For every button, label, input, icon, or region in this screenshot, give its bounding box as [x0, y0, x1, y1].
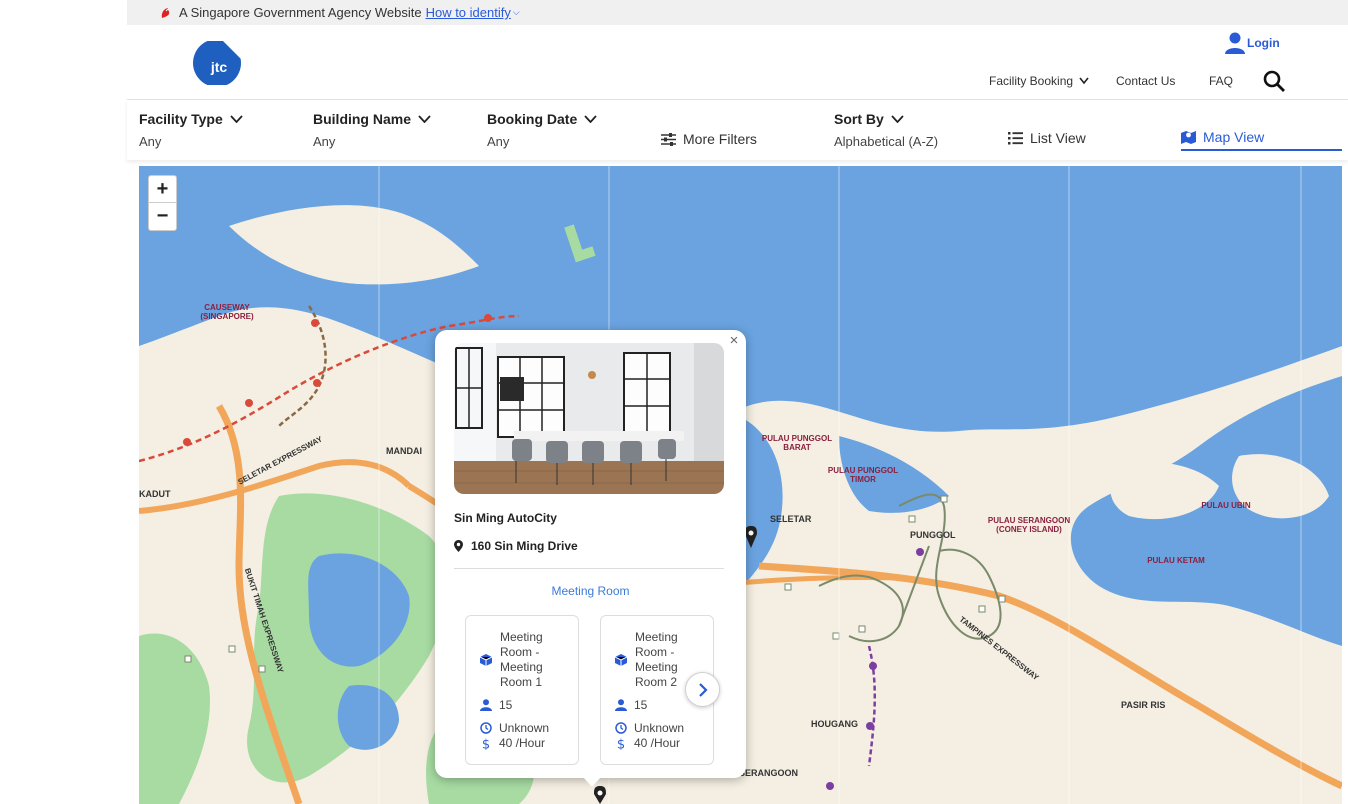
nav-facility-booking[interactable]: Facility Booking	[989, 74, 1090, 88]
dollar-icon: $	[617, 737, 625, 750]
room-price-value: 40 /Hour	[499, 736, 546, 750]
dollar-icon: $	[482, 737, 490, 750]
clock-icon	[615, 722, 627, 734]
facility-title: Sin Ming AutoCity	[454, 511, 557, 525]
map-label-punggol: PUNGGOL	[910, 530, 956, 540]
sliders-icon	[661, 132, 676, 146]
location-pin-icon	[454, 540, 463, 552]
cube-icon	[615, 654, 627, 666]
singapore-lion-icon	[161, 7, 170, 18]
list-icon	[1008, 131, 1023, 144]
list-view-label: List View	[1030, 130, 1086, 146]
site-header: jtc Login Facility Booking Contact Us FA…	[127, 25, 1348, 100]
person-icon	[615, 699, 627, 711]
popup-tip	[583, 777, 601, 787]
page: A Singapore Government Agency Website Ho…	[0, 0, 1348, 804]
map-view-label: Map View	[1203, 129, 1265, 145]
facility-address-text: 160 Sin Ming Drive	[471, 539, 578, 553]
room-capacity-value: 15	[634, 698, 648, 712]
filter-bar: Facility Type Any Building Name Any Book…	[127, 100, 1348, 160]
filter-building-name[interactable]: Building Name Any	[313, 111, 431, 149]
next-room-button[interactable]	[685, 672, 720, 707]
map-label-pulau-ubin: PULAU UBIN	[1201, 501, 1251, 510]
clock-icon	[480, 722, 492, 734]
map-icon	[1181, 131, 1196, 144]
zoom-control: + −	[148, 175, 177, 231]
room-price: $ 40 /Hour	[480, 736, 545, 750]
room-price: $ 40 /Hour	[615, 736, 680, 750]
login-button[interactable]: Login	[1225, 32, 1280, 54]
map-label-kadut: KADUT	[139, 489, 171, 499]
jtc-logo[interactable]: jtc	[193, 41, 243, 85]
zoom-out-button[interactable]: −	[149, 203, 176, 230]
facility-category[interactable]: Meeting Room	[435, 584, 746, 598]
room-status: Unknown	[480, 721, 549, 735]
sort-by-label: Sort By	[834, 111, 884, 127]
facility-photo	[454, 343, 724, 494]
map-label-pulau-serangoon: PULAU SERANGOON (CONEY ISLAND)	[987, 516, 1071, 534]
list-view-toggle[interactable]: List View	[1008, 130, 1086, 146]
logo-text: jtc	[210, 59, 228, 75]
map-label-hougang: HOUGANG	[811, 719, 858, 729]
filter-booking-date-value: Any	[487, 134, 510, 149]
sort-by[interactable]: Sort By Alphabetical (A-Z)	[834, 111, 938, 149]
filter-facility-type-label: Facility Type	[139, 111, 223, 127]
sort-by-value: Alphabetical (A-Z)	[834, 134, 939, 149]
nav-contact-us[interactable]: Contact Us	[1116, 74, 1175, 88]
cube-icon	[480, 654, 492, 666]
room-capacity: 15	[480, 698, 512, 712]
room-name: Meeting Room - Meeting Room 1	[500, 630, 543, 689]
room-card[interactable]: Meeting Room - Meeting Room 1 15 Unknown…	[465, 615, 579, 765]
masthead-text: A Singapore Government Agency Website	[179, 5, 422, 20]
chevron-down-icon	[230, 115, 243, 123]
chevron-down-icon	[1079, 77, 1090, 85]
room-price-value: 40 /Hour	[634, 736, 681, 750]
chevron-down-icon	[891, 115, 904, 123]
room-capacity-value: 15	[499, 698, 513, 712]
gov-masthead: A Singapore Government Agency Website Ho…	[127, 0, 1348, 25]
search-icon[interactable]	[1262, 69, 1286, 93]
how-to-identify-link[interactable]: How to identify	[426, 5, 511, 20]
user-icon	[1225, 32, 1245, 54]
map-label-pasir-ris: PASIR RIS	[1121, 700, 1166, 710]
person-icon	[480, 699, 492, 711]
map-label-serangoon: SERANGOON	[739, 768, 799, 778]
map-label-mandai: MANDAI	[386, 446, 422, 456]
filter-building-name-value: Any	[313, 134, 336, 149]
close-icon[interactable]: ×	[727, 333, 741, 348]
login-label: Login	[1247, 36, 1280, 50]
svg-text:$: $	[617, 737, 625, 750]
chevron-down-icon	[418, 115, 431, 123]
zoom-in-button[interactable]: +	[149, 176, 176, 203]
svg-text:$: $	[482, 737, 490, 750]
map-label-pulau-punggol-timor: PULAU PUNGGOL TIMOR	[827, 466, 899, 484]
filter-booking-date-label: Booking Date	[487, 111, 578, 127]
filter-building-name-label: Building Name	[313, 111, 412, 127]
map-label-seletar: SELETAR	[770, 514, 812, 524]
room-capacity: 15	[615, 698, 647, 712]
filter-facility-type[interactable]: Facility Type Any	[139, 111, 243, 149]
filter-facility-type-value: Any	[139, 134, 162, 149]
filter-booking-date[interactable]: Booking Date Any	[487, 111, 597, 149]
more-filters-label: More Filters	[683, 131, 757, 147]
room-status: Unknown	[615, 721, 684, 735]
facility-popup: × Sin Ming AutoCity 160 Sin Ming Drive M…	[435, 330, 746, 787]
map-label-pulau-punggol-barat: PULAU PUNGGOL BARAT	[761, 434, 833, 452]
popup-divider	[454, 568, 724, 569]
room-status-value: Unknown	[499, 721, 550, 735]
map-label-pulau-ketam: PULAU KETAM	[1147, 556, 1205, 565]
chevron-down-icon	[584, 115, 597, 123]
more-filters-button[interactable]: More Filters	[661, 131, 757, 147]
room-status-value: Unknown	[634, 721, 685, 735]
chevron-down-icon[interactable]: ⌵	[513, 7, 520, 18]
facility-address: 160 Sin Ming Drive	[454, 539, 578, 553]
map-label-causeway: CAUSEWAY (SINGAPORE)	[200, 303, 254, 321]
nav-faq[interactable]: FAQ	[1209, 74, 1233, 88]
map-view-toggle[interactable]: Map View	[1181, 129, 1342, 151]
nav-facility-booking-label: Facility Booking	[989, 74, 1074, 88]
chevron-right-icon	[698, 682, 708, 697]
